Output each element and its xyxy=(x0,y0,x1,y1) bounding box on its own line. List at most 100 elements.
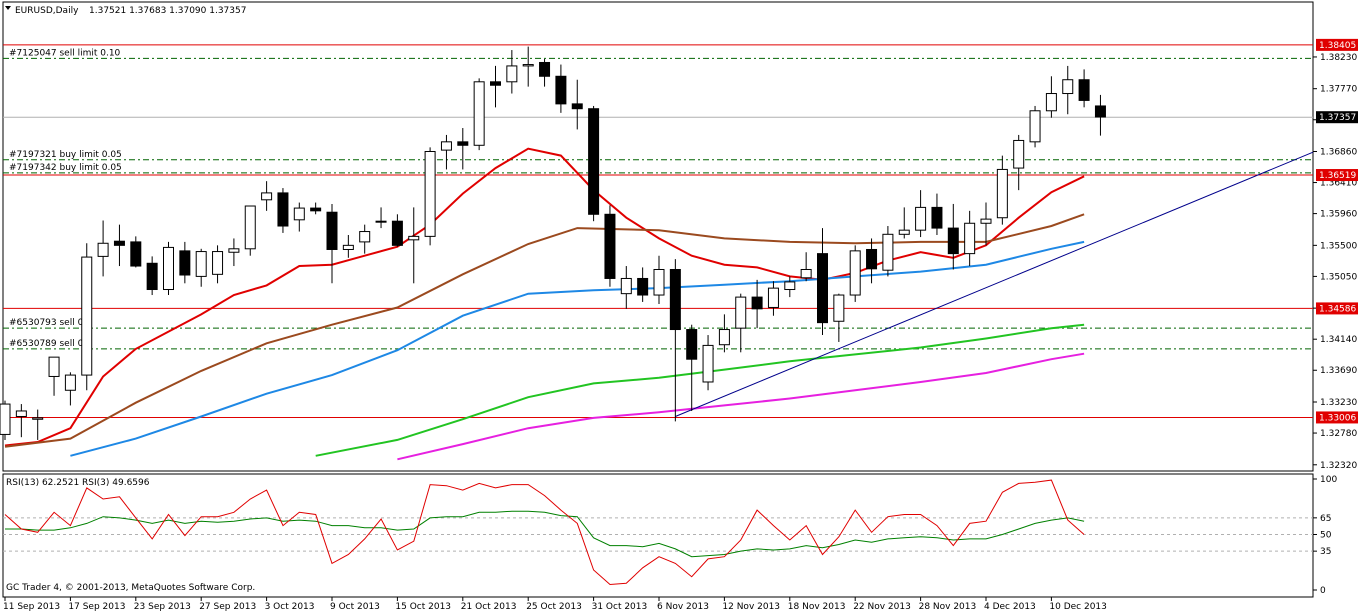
price-badge-label: 1.34586 xyxy=(1319,304,1356,314)
bull-candle-body xyxy=(735,296,747,329)
bear-candle-body xyxy=(947,227,959,255)
time-tick-label: 4 Dec 2013 xyxy=(984,602,1036,612)
bull-candle-body xyxy=(228,248,240,253)
bull-candle-body xyxy=(767,287,779,308)
order-label: #6530793 sell 0. xyxy=(9,318,86,328)
rsi-tick-label: 35 xyxy=(1320,547,1331,557)
candle xyxy=(244,205,256,256)
bear-candle-body xyxy=(686,329,698,360)
candle xyxy=(1013,134,1025,191)
time-tick-label: 18 Nov 2013 xyxy=(788,602,846,612)
trendline-layer[interactable] xyxy=(675,151,1314,417)
rsi-tick-label: 65 xyxy=(1320,514,1331,524)
candle xyxy=(81,243,93,391)
bear-candle-body xyxy=(1078,79,1090,101)
candle xyxy=(751,279,763,329)
candle xyxy=(637,267,649,302)
candle xyxy=(915,190,927,238)
bear-candle-body xyxy=(1094,105,1106,118)
time-tick-label: 28 Nov 2013 xyxy=(919,602,977,612)
candle xyxy=(261,181,273,211)
chart-title: EURUSD,Daily xyxy=(15,6,79,16)
candle xyxy=(588,105,600,222)
bull-candle-body xyxy=(522,64,534,67)
price-tick-label: 1.34140 xyxy=(1320,335,1357,345)
candle xyxy=(1094,94,1106,136)
price-tick-label: 1.36860 xyxy=(1320,147,1357,157)
price-tick-label: 1.37770 xyxy=(1320,85,1357,95)
candle xyxy=(277,188,289,233)
candle xyxy=(718,314,730,353)
bear-candle-body xyxy=(588,108,600,215)
moving-averages-layer xyxy=(4,147,1085,461)
candle xyxy=(1045,76,1057,118)
price-tick-label: 1.35050 xyxy=(1320,272,1357,282)
candle xyxy=(342,234,354,258)
candle xyxy=(964,210,976,267)
time-tick-label: 9 Oct 2013 xyxy=(330,602,380,612)
candle xyxy=(800,252,812,282)
bear-candle-body xyxy=(310,207,322,212)
time-tick-label: 15 Oct 2013 xyxy=(395,602,451,612)
candle xyxy=(571,79,583,130)
candle xyxy=(931,193,943,235)
bull-candle-body xyxy=(195,251,207,277)
candle xyxy=(326,203,338,284)
bull-candle-body xyxy=(833,294,845,322)
bull-candle-body xyxy=(359,231,371,243)
time-tick-label: 27 Sep 2013 xyxy=(199,602,256,612)
bull-candle-body xyxy=(964,222,976,255)
bull-candle-body xyxy=(0,403,11,435)
candle xyxy=(604,205,616,287)
bull-candle-body xyxy=(261,192,273,201)
bear-candle-body xyxy=(113,240,125,246)
candle xyxy=(898,207,910,239)
trendline[interactable] xyxy=(675,151,1314,417)
bear-candle-body xyxy=(179,250,191,276)
time-tick-label: 17 Sep 2013 xyxy=(68,602,125,612)
bull-candle-body xyxy=(1013,139,1025,169)
candle xyxy=(1029,105,1041,148)
candle xyxy=(473,78,485,151)
bear-candle-body xyxy=(277,192,289,227)
time-tick-label: 11 Sep 2013 xyxy=(3,602,60,612)
bull-candle-body xyxy=(1029,110,1041,143)
candle xyxy=(293,202,305,232)
candle xyxy=(212,245,224,284)
bull-candle-body xyxy=(1045,93,1057,112)
bull-candle-body xyxy=(97,242,109,257)
order-label: #6530789 sell 0. xyxy=(9,339,86,349)
candle xyxy=(408,207,420,284)
candle xyxy=(310,202,322,215)
price-tick-label: 1.35500 xyxy=(1320,241,1357,251)
rsi-indicator-window[interactable] xyxy=(2,473,1314,598)
candles-layer xyxy=(0,46,1106,440)
candle xyxy=(947,203,959,270)
candle xyxy=(15,404,27,438)
candle xyxy=(522,46,534,87)
candle xyxy=(32,409,44,440)
bear-candle-body xyxy=(604,213,616,279)
bull-candle-body xyxy=(32,417,44,420)
time-tick-label: 3 Oct 2013 xyxy=(265,602,315,612)
bull-candle-body xyxy=(800,268,812,279)
candle xyxy=(391,214,403,247)
rsi-tick-label: 100 xyxy=(1320,475,1337,485)
price-tick-label: 1.32320 xyxy=(1320,461,1357,471)
bull-candle-body xyxy=(48,356,60,377)
bear-candle-body xyxy=(866,248,878,270)
bull-candle-body xyxy=(898,229,910,235)
bull-candle-body xyxy=(620,277,632,295)
price-badge-label: 1.38405 xyxy=(1319,41,1356,51)
collapse-arrow-icon[interactable] xyxy=(5,6,11,10)
moving-average-line xyxy=(315,323,1085,457)
candle xyxy=(146,256,158,296)
candle xyxy=(64,372,76,406)
candle xyxy=(1078,69,1090,108)
price-tick-label: 1.35960 xyxy=(1320,210,1357,220)
order-label: #7125047 sell limit 0.10 xyxy=(9,48,121,58)
bear-candle-body xyxy=(751,296,763,310)
main-chart-area[interactable] xyxy=(2,1,1314,472)
ohlc-readout: 1.37521 1.37683 1.37090 1.37357 xyxy=(89,6,246,16)
chart-canvas: #7125047 sell limit 0.10 #7197321 buy lim… xyxy=(0,1,1358,612)
